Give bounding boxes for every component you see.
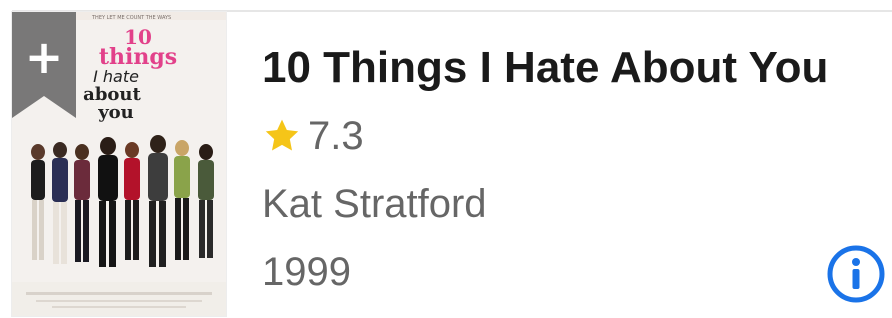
movie-title[interactable]: 10 Things I Hate About You xyxy=(262,40,828,96)
character-name: Kat Stratford xyxy=(262,182,487,226)
release-year: 1999 xyxy=(262,250,351,294)
info-button[interactable] xyxy=(826,244,886,304)
movie-card[interactable]: THEY LET ME COUNT THE WAYS 10 things I h… xyxy=(0,0,892,318)
poster-tagline: THEY LET ME COUNT THE WAYS xyxy=(91,15,171,21)
add-to-watchlist-button[interactable]: + xyxy=(12,12,76,118)
plus-icon: + xyxy=(24,30,64,84)
rating-value: 7.3 xyxy=(308,114,364,158)
star-icon xyxy=(265,119,299,151)
poster-title-you: you xyxy=(97,102,134,123)
info-circle-icon xyxy=(827,245,885,303)
rating-row: 7.3 xyxy=(262,110,364,162)
